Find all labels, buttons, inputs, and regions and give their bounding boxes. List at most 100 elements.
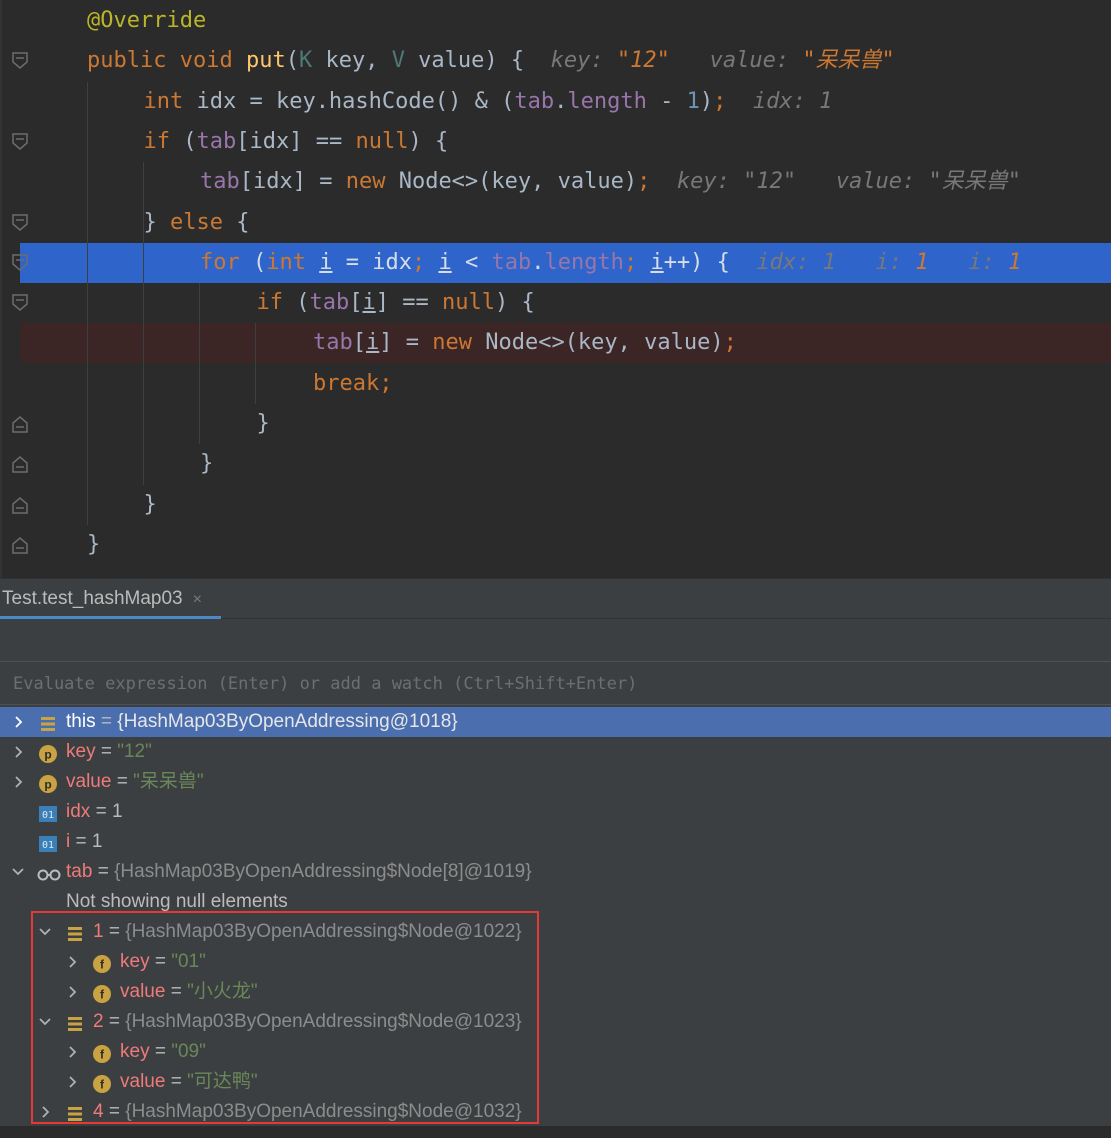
variable-value: "呆呆兽": [133, 771, 204, 792]
variable-row-this[interactable]: this = {HashMap03ByOpenAddressing@1018}: [0, 707, 1111, 737]
indent-guide: [143, 162, 144, 485]
code-token: .: [554, 88, 568, 114]
chevron-right-icon[interactable]: [65, 1067, 79, 1097]
code-token: int: [143, 88, 197, 114]
code-text: @Override: [87, 1, 206, 41]
code-line-current[interactable]: for (int i = idx; i < tab.length; i++) {…: [20, 242, 1111, 283]
fold-marker-icon[interactable]: [11, 253, 29, 273]
variable-name: key: [120, 1041, 150, 1062]
inline-debug-hint: "呆呆兽": [928, 169, 1022, 195]
variable-row-key[interactable]: f key = "01": [0, 947, 1111, 977]
variable-row-value[interactable]: f value = "小火龙": [0, 977, 1111, 1007]
equals-sign: =: [165, 1071, 188, 1092]
fold-marker-icon[interactable]: [11, 51, 29, 71]
code-token: ] =: [379, 330, 433, 356]
fold-marker-icon[interactable]: [11, 535, 29, 555]
code-token: int: [266, 249, 320, 275]
variable-name: 2: [93, 1011, 104, 1032]
inline-debug-hint: idx: 1: [756, 249, 876, 275]
variable-row-key[interactable]: p key = "12": [0, 737, 1111, 767]
code-token: <: [451, 249, 492, 275]
primitive-icon: 01: [39, 803, 57, 822]
fold-marker-icon[interactable]: [11, 293, 29, 313]
code-token: length: [544, 249, 624, 275]
object-icon: [39, 713, 57, 731]
variable-text: 4 = {HashMap03ByOpenAddressing$Node@1032…: [93, 1097, 522, 1127]
code-line[interactable]: }: [0, 444, 1111, 484]
code-line[interactable]: if (tab[i] == null) {: [0, 283, 1111, 323]
code-line[interactable]: public void put(K key, V value) { key: "…: [0, 41, 1111, 81]
variable-row-idx[interactable]: 01 idx = 1: [0, 797, 1111, 827]
code-line-breakpoint[interactable]: tab[i] = new Node<>(key, value);: [20, 323, 1111, 364]
indent-guide: [199, 283, 200, 445]
code-line[interactable]: tab[idx] = new Node<>(key, value); key: …: [0, 162, 1111, 202]
variable-row-tab[interactable]: tab = {HashMap03ByOpenAddressing$Node[8]…: [0, 857, 1111, 887]
code-token: put: [245, 48, 286, 74]
fold-marker-icon[interactable]: [11, 132, 29, 152]
code-token: tab: [196, 128, 237, 154]
chevron-right-icon[interactable]: [65, 977, 79, 1007]
chevron-down-icon[interactable]: [11, 857, 25, 887]
variable-row-1[interactable]: 1 = {HashMap03ByOpenAddressing$Node@1022…: [0, 917, 1111, 947]
code-token: null: [355, 128, 409, 154]
variable-row-i[interactable]: 01 i = 1: [0, 827, 1111, 857]
variable-row-4[interactable]: 4 = {HashMap03ByOpenAddressing$Node@1032…: [0, 1097, 1111, 1127]
svg-text:p: p: [44, 778, 51, 792]
chevron-down-icon[interactable]: [38, 917, 52, 947]
code-line[interactable]: @Override: [0, 1, 1111, 41]
debug-tab-bar: Test.test_hashMap03 ×: [0, 578, 1111, 619]
variable-text: key = "09": [120, 1037, 206, 1067]
code-line[interactable]: }: [0, 525, 1111, 565]
primitive-icon: 01: [39, 833, 57, 852]
code-text: int idx = key.hashCode() & (tab.length -…: [144, 82, 833, 122]
chevron-down-icon[interactable]: [38, 1007, 52, 1037]
variable-row-2[interactable]: 2 = {HashMap03ByOpenAddressing$Node@1023…: [0, 1007, 1111, 1037]
code-token: tab: [313, 330, 353, 356]
variable-text: value = "呆呆兽": [66, 767, 204, 797]
code-line[interactable]: int idx = key.hashCode() & (tab.length -…: [0, 82, 1111, 122]
code-token: tab: [309, 290, 350, 316]
indent-guide: [255, 323, 256, 404]
chevron-right-icon[interactable]: [11, 737, 25, 767]
variable-value: {HashMap03ByOpenAddressing$Node[8]@1019}: [114, 861, 532, 882]
variable-value: {HashMap03ByOpenAddressing$Node@1023}: [125, 1011, 522, 1032]
variable-row-value[interactable]: p value = "呆呆兽": [0, 767, 1111, 797]
fold-marker-icon[interactable]: [11, 213, 29, 233]
code-token: length: [567, 88, 647, 114]
fold-marker-icon[interactable]: [11, 414, 29, 434]
fold-marker-icon[interactable]: [11, 454, 29, 474]
evaluate-expression-input[interactable]: [0, 662, 1105, 706]
chevron-right-icon[interactable]: [65, 1037, 79, 1067]
code-token: 1: [686, 88, 700, 114]
code-token: Node<>(key, value): [398, 169, 638, 195]
variable-row-value[interactable]: f value = "可达鸭": [0, 1067, 1111, 1097]
code-token: key,: [312, 48, 392, 74]
equals-sign: =: [95, 711, 118, 732]
chevron-right-icon[interactable]: [11, 707, 25, 737]
code-line[interactable]: } else {: [0, 203, 1111, 243]
code-token: V: [391, 48, 405, 74]
variable-value: 1: [91, 831, 103, 852]
inline-debug-hint: "呆呆兽": [802, 48, 895, 74]
chevron-right-icon[interactable]: [11, 767, 25, 797]
close-icon[interactable]: ×: [193, 591, 202, 608]
code-editor[interactable]: @Override public void put(K key, V value)…: [0, 0, 1111, 578]
chevron-right-icon[interactable]: [65, 947, 79, 977]
variable-text: i = 1: [66, 827, 102, 857]
code-line[interactable]: break;: [0, 364, 1111, 404]
equals-sign: =: [90, 801, 112, 822]
chevron-right-icon[interactable]: [38, 1097, 52, 1127]
code-line[interactable]: }: [0, 485, 1111, 525]
variable-value: 1: [111, 801, 123, 822]
variable-row-key[interactable]: f key = "09": [0, 1037, 1111, 1067]
code-token: }: [143, 209, 170, 235]
code-line[interactable]: }: [0, 404, 1111, 444]
code-token: }: [200, 451, 214, 477]
code-line[interactable]: if (tab[idx] == null) {: [0, 122, 1111, 162]
tab-test-hashmap03[interactable]: Test.test_hashMap03 ×: [0, 579, 221, 619]
code-token: i: [650, 249, 664, 275]
field-icon: f: [93, 953, 111, 973]
fold-marker-icon[interactable]: [11, 495, 29, 515]
code-text: tab[i] = new Node<>(key, value);: [313, 323, 737, 363]
code-token: [: [352, 330, 366, 356]
